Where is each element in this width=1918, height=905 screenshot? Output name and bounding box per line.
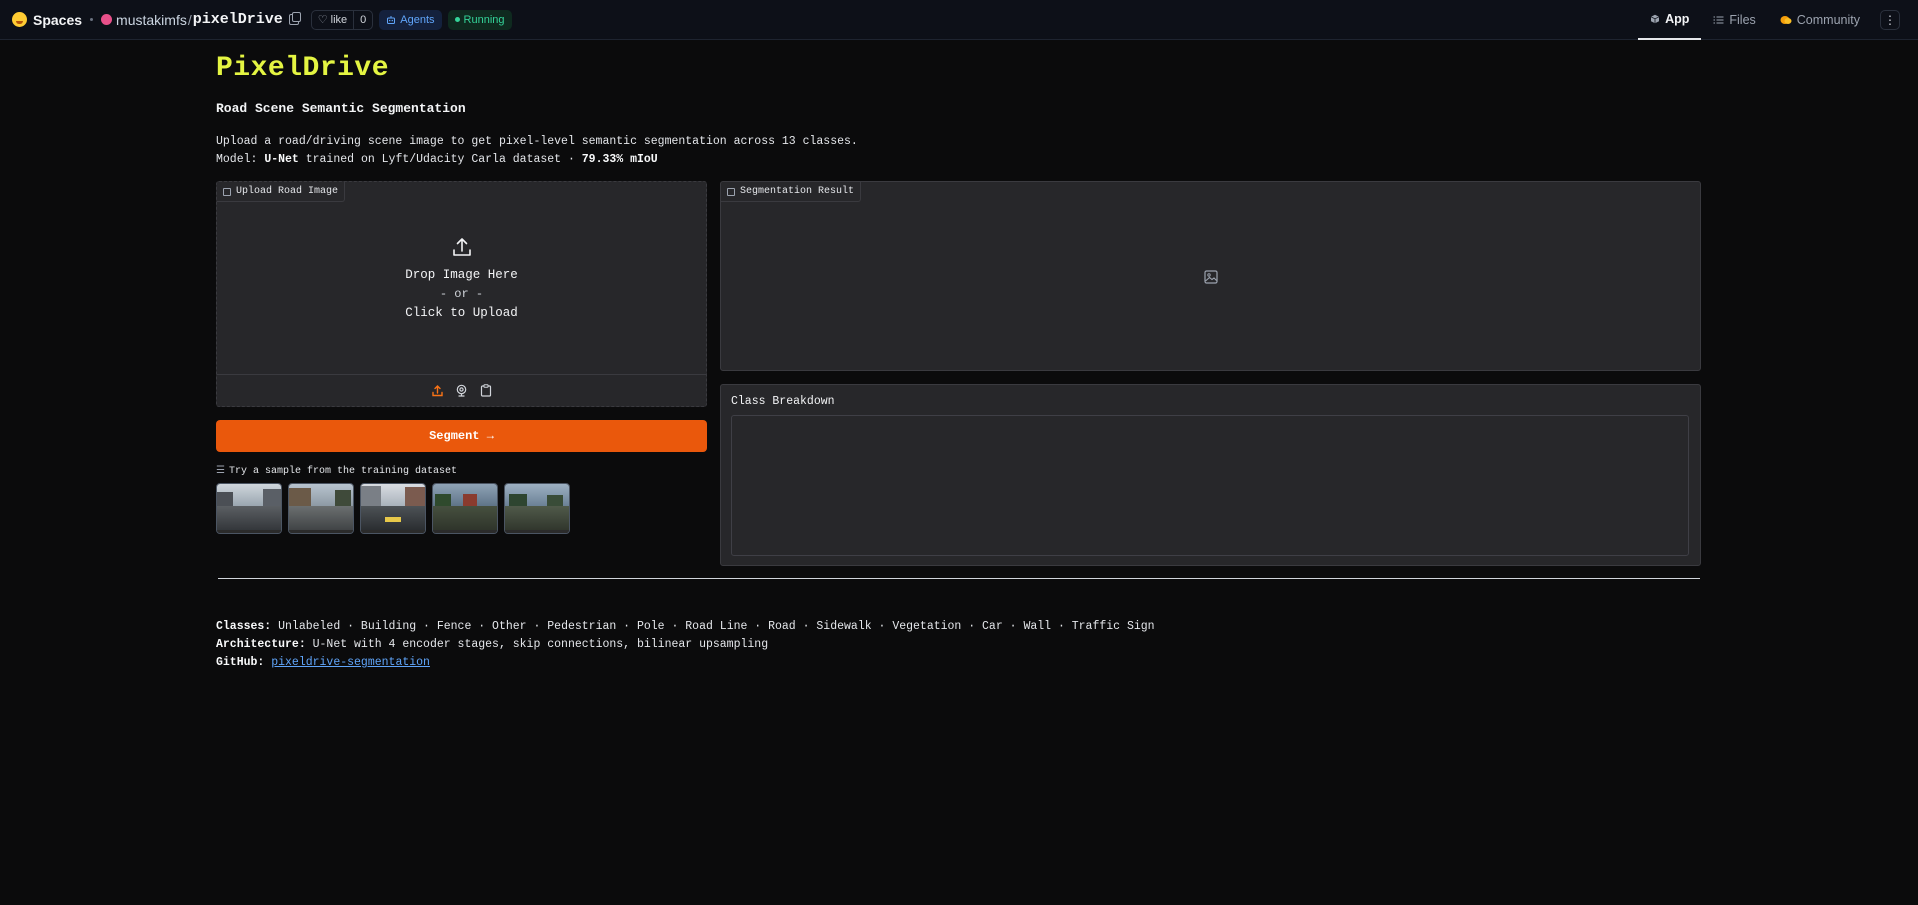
page-subtitle: Road Scene Semantic Segmentation xyxy=(216,101,466,116)
github-line: GitHub: pixeldrive-segmentation xyxy=(216,654,1155,672)
heart-icon: ♡ xyxy=(317,14,328,26)
page-title: PixelDrive xyxy=(216,53,390,84)
tab-community[interactable]: Community xyxy=(1768,0,1872,40)
more-vertical-icon: ⋮ xyxy=(1884,12,1896,27)
sample-thumbnail-5[interactable] xyxy=(504,483,570,534)
community-icon xyxy=(1780,15,1792,24)
architecture-label: Architecture: xyxy=(216,638,306,651)
class-breakdown-output[interactable] xyxy=(731,415,1689,556)
copy-icon[interactable] xyxy=(288,12,301,25)
upload-panel-label: Upload Road Image xyxy=(217,182,346,202)
sample-thumbnail-1[interactable] xyxy=(216,483,282,534)
sample-road xyxy=(505,506,569,533)
upload-source-icon[interactable] xyxy=(431,384,445,398)
tab-community-label: Community xyxy=(1796,12,1860,27)
tab-app[interactable]: App xyxy=(1638,0,1702,40)
upload-source-toolbar xyxy=(217,374,706,406)
upload-image-panel: Upload Road Image Drop Image Here - or -… xyxy=(216,181,707,407)
class-breakdown-title: Class Breakdown xyxy=(731,395,835,408)
owner-link[interactable]: mustakimfs xyxy=(116,12,187,28)
repo-name-link[interactable]: pixelDrive xyxy=(193,11,283,28)
sample-car xyxy=(385,517,401,522)
status-label: Running xyxy=(463,13,505,26)
page-description: Upload a road/driving scene image to get… xyxy=(216,133,858,169)
sample-road xyxy=(433,506,497,533)
github-label: GitHub: xyxy=(216,656,265,669)
segmentation-panel-label: Segmentation Result xyxy=(721,182,862,202)
architecture-value: U-Net with 4 encoder stages, skip connec… xyxy=(305,638,769,651)
samples-label: ☰ Try a sample from the training dataset xyxy=(216,465,458,478)
upload-icon xyxy=(452,237,471,256)
model-score: 79.33% mIoU xyxy=(581,153,658,166)
classes-line: Classes: Unlabeled · Building · Fence · … xyxy=(216,618,1155,636)
like-inner: ♡ like xyxy=(312,13,353,27)
cube-icon xyxy=(1650,14,1660,23)
model-desc: trained on Lyft/Udacity Carla dataset · xyxy=(298,153,582,166)
segmentation-label-text: Segmentation Result xyxy=(740,186,855,197)
sample-road xyxy=(289,506,353,533)
drop-image-text: Drop Image Here xyxy=(405,267,518,282)
image-dropzone[interactable]: Drop Image Here - or - Click to Upload xyxy=(217,202,706,356)
like-label: like xyxy=(330,13,348,26)
or-text: - or - xyxy=(439,286,484,301)
model-name: U-Net xyxy=(264,153,299,166)
running-dot-icon xyxy=(454,17,460,22)
footer-info: Classes: Unlabeled · Building · Fence · … xyxy=(216,618,1155,672)
sample-caption-bar xyxy=(505,530,569,533)
like-button[interactable]: ♡ like 0 xyxy=(310,9,374,30)
click-to-upload-text: Click to Upload xyxy=(405,305,518,320)
tab-app-label: App xyxy=(1665,11,1690,26)
segmentation-result-panel: Segmentation Result xyxy=(720,181,1701,371)
sample-caption-bar xyxy=(361,530,425,533)
image-placeholder-icon xyxy=(1204,270,1218,284)
top-bar: Spaces mustakimfs / pixelDrive ♡ like 0 … xyxy=(0,0,1918,40)
class-breakdown-panel: Class Breakdown xyxy=(720,384,1701,566)
sample-thumbnail-3[interactable] xyxy=(360,483,426,534)
upload-label-text: Upload Road Image xyxy=(236,186,339,197)
sample-thumbnail-4[interactable] xyxy=(432,483,498,534)
clipboard-icon[interactable] xyxy=(479,384,493,398)
architecture-line: Architecture: U-Net with 4 encoder stage… xyxy=(216,636,1155,654)
sample-caption-bar xyxy=(217,530,281,533)
separator-dot xyxy=(90,18,94,21)
classes-label: Classes: xyxy=(216,620,272,633)
more-menu-button[interactable]: ⋮ xyxy=(1880,9,1900,30)
section-divider xyxy=(218,578,1700,579)
sample-caption-bar xyxy=(289,530,353,533)
tab-files-label: Files xyxy=(1729,12,1756,27)
model-prefix: Model: xyxy=(216,153,265,166)
huggingface-logo-icon xyxy=(12,12,27,27)
sample-thumbnail-2[interactable] xyxy=(288,483,354,534)
robot-icon xyxy=(387,15,396,24)
list-icon: ☰ xyxy=(216,466,225,477)
tab-files[interactable]: Files xyxy=(1701,0,1767,40)
breadcrumb-slash: / xyxy=(187,11,192,28)
description-line-1: Upload a road/driving scene image to get… xyxy=(216,135,858,148)
image-icon xyxy=(223,187,231,196)
files-icon xyxy=(1713,16,1724,23)
github-link[interactable]: pixeldrive-segmentation xyxy=(271,656,430,669)
sample-road xyxy=(217,506,281,533)
owner-avatar[interactable] xyxy=(101,14,113,25)
like-count: 0 xyxy=(353,10,372,29)
sample-caption-bar xyxy=(433,530,497,533)
samples-label-text: Try a sample from the training dataset xyxy=(228,465,458,477)
webcam-icon[interactable] xyxy=(455,384,469,398)
classes-value: Unlabeled · Building · Fence · Other · P… xyxy=(271,620,1155,633)
repo-breadcrumb: mustakimfs / pixelDrive xyxy=(101,11,301,28)
sample-gallery xyxy=(216,483,570,534)
spaces-label: Spaces xyxy=(33,11,83,28)
description-line-2: Model: U-Net trained on Lyft/Udacity Car… xyxy=(216,151,858,169)
agents-badge[interactable]: Agents xyxy=(379,9,442,30)
image-icon xyxy=(727,187,735,196)
segment-button[interactable]: Segment → xyxy=(216,420,707,452)
status-badge[interactable]: Running xyxy=(447,9,512,30)
spaces-brand[interactable]: Spaces xyxy=(12,12,82,28)
agents-label: Agents xyxy=(400,13,435,26)
space-nav: App Files Community ⋮ xyxy=(1638,0,1918,40)
